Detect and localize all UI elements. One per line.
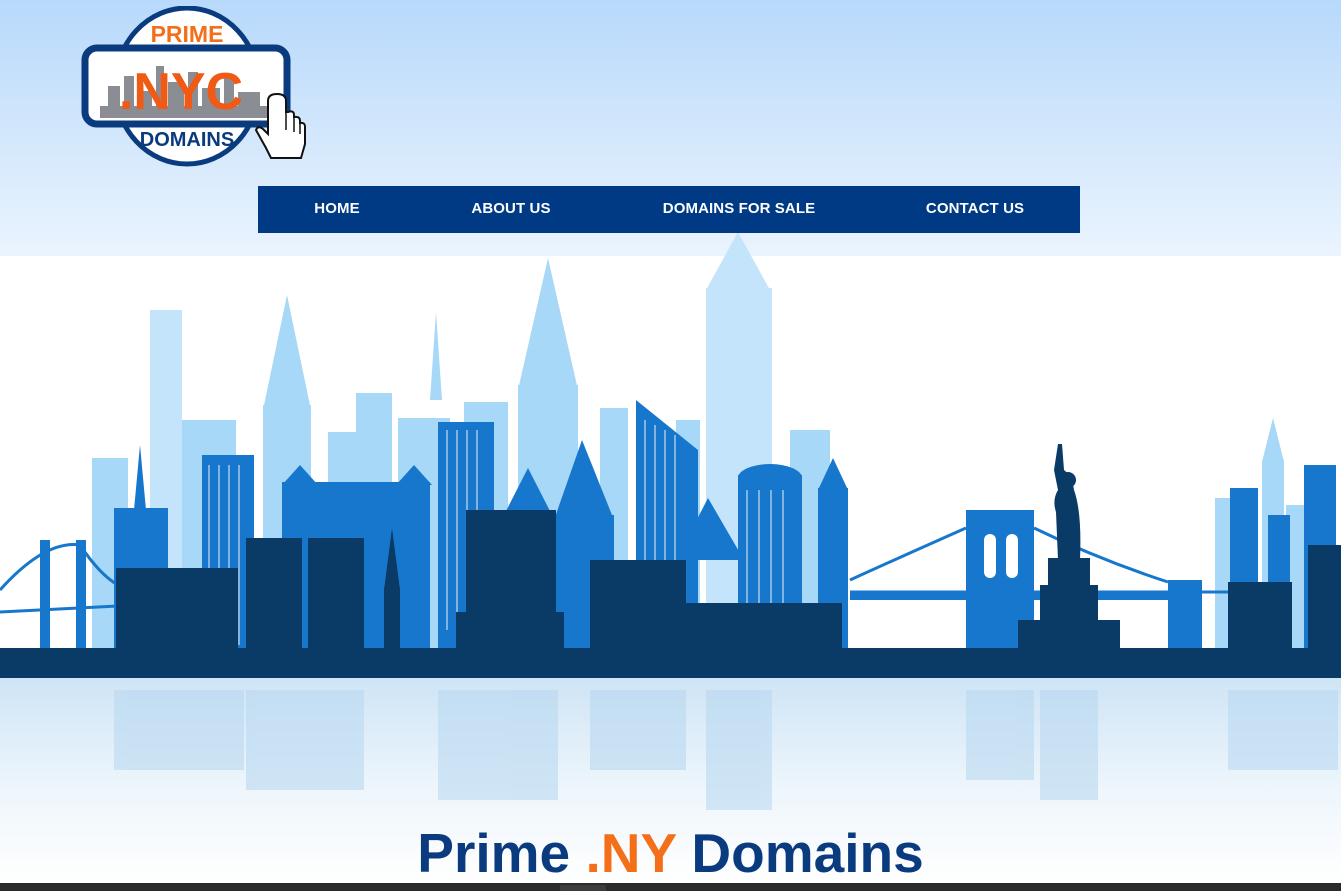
logo-bottom-text: DOMAINS bbox=[140, 129, 234, 151]
headline-domains-text: Domains bbox=[676, 822, 924, 884]
bottom-bar bbox=[0, 883, 1341, 891]
bottom-bar-handle bbox=[560, 885, 606, 891]
logo-top-text: PRIME bbox=[151, 21, 224, 47]
logo-main-text: .NYC bbox=[119, 63, 243, 121]
nav-home-link[interactable]: HOME bbox=[292, 186, 382, 233]
nav-contact-us-link[interactable]: CONTACT US bbox=[914, 186, 1036, 233]
nav-about-us-link[interactable]: ABOUT US bbox=[458, 186, 564, 233]
headline-prime-text: Prime bbox=[417, 822, 586, 884]
hero-skyline-image bbox=[0, 228, 1341, 883]
page-headline: Prime .NY Domains bbox=[0, 820, 1341, 886]
nav-domains-for-sale-link[interactable]: DOMAINS FOR SALE bbox=[654, 186, 824, 233]
headline-ny-text: .NY bbox=[585, 822, 677, 884]
main-nav: HOME ABOUT US DOMAINS FOR SALE CONTACT U… bbox=[258, 186, 1080, 233]
site-logo[interactable]: PRIME .NYC DOMAINS bbox=[80, 5, 310, 171]
